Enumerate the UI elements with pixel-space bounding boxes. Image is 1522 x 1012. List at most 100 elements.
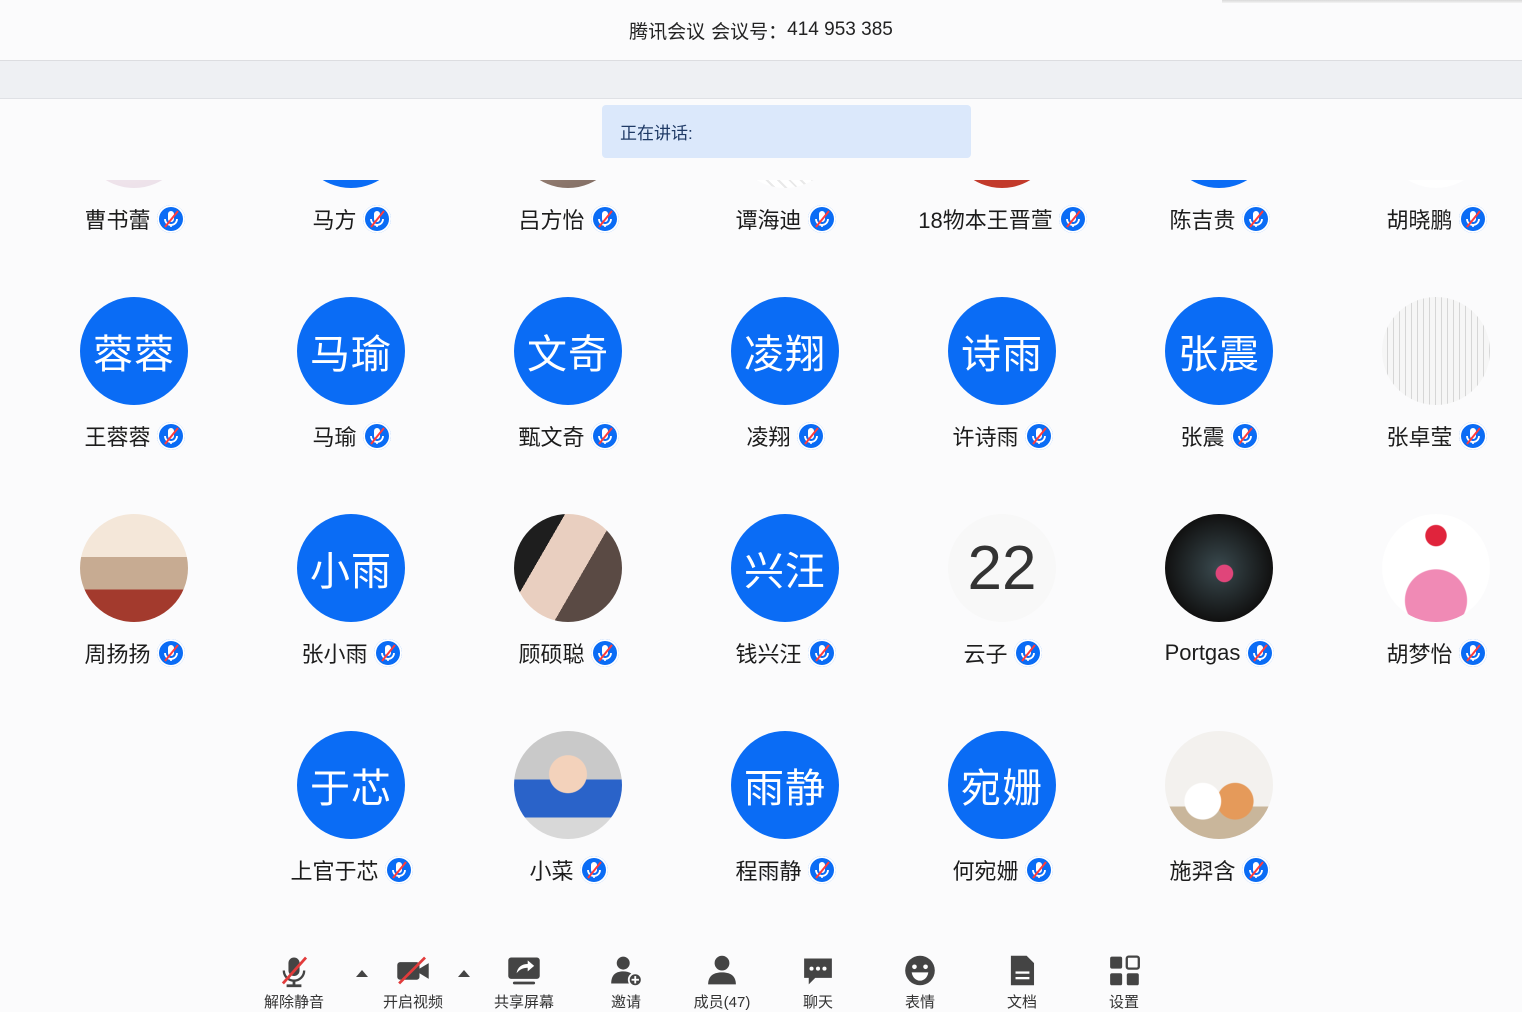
invite-button[interactable]: 邀请 bbox=[581, 952, 671, 1012]
unmute-button[interactable]: 解除静音 bbox=[249, 952, 339, 1012]
participant-name-row: 张震 bbox=[1111, 420, 1328, 452]
muted-mic-badge-icon bbox=[1024, 856, 1053, 884]
participant-tile[interactable]: 文奇甄文奇 bbox=[460, 297, 677, 514]
start-video-button[interactable]: 开启视频 bbox=[368, 952, 458, 1012]
avatar-initials: 小雨 bbox=[310, 550, 392, 594]
participant-grid[interactable]: 曹书蕾 马方马方 吕方怡 谭海迪 18物本王晋萱 吉贵陈吉贵 胡晓鹏 蓉蓉王蓉蓉… bbox=[0, 180, 1522, 914]
participant-tile[interactable]: 雨静 程雨静 bbox=[677, 731, 894, 914]
settings-button[interactable]: 设置 bbox=[1079, 952, 1169, 1012]
muted-mic-badge-icon bbox=[1458, 422, 1487, 450]
participant-name: 张卓莹 bbox=[1386, 425, 1453, 450]
participant-tile[interactable]: 凌翔 凌翔 bbox=[677, 297, 894, 514]
participant-tile[interactable]: 小菜 bbox=[460, 731, 677, 914]
document-icon bbox=[1010, 955, 1035, 986]
avatar-initials: 蓉蓉 bbox=[93, 333, 175, 377]
top-toolbar-strip bbox=[0, 61, 1522, 99]
participant-name-row: 胡晓鹏 bbox=[1328, 203, 1522, 235]
participant-name-row: 王蓉蓉 bbox=[26, 420, 243, 452]
avatar-initials: 宛姗 bbox=[961, 767, 1043, 811]
reactions-button[interactable]: 表情 bbox=[875, 952, 965, 1012]
participant-tile[interactable]: 胡梦怡 bbox=[1328, 514, 1522, 731]
participant-name: 王蓉蓉 bbox=[84, 425, 151, 450]
participant-tile[interactable]: 吉贵陈吉贵 bbox=[1111, 180, 1328, 297]
share-screen-button[interactable]: 共享屏幕 bbox=[479, 952, 569, 1012]
share-screen-icon bbox=[508, 957, 540, 985]
participant-photo-avatar bbox=[1382, 180, 1490, 188]
chat-label: 聊天 bbox=[802, 994, 833, 1011]
share-screen-label: 共享屏幕 bbox=[493, 994, 554, 1011]
participant-tile[interactable]: 谭海迪 bbox=[677, 180, 894, 297]
participant-name: 胡晓鹏 bbox=[1386, 208, 1453, 233]
participant-tile[interactable]: 张震 张震 bbox=[1111, 297, 1328, 514]
members-button[interactable]: 成员(47) bbox=[677, 952, 767, 1012]
participant-tile[interactable]: 马方马方 bbox=[243, 180, 460, 297]
app-name: 腾讯会议 bbox=[629, 21, 706, 43]
video-options-caret-icon[interactable] bbox=[457, 968, 471, 978]
participant-tile[interactable]: 18物本王晋萱 bbox=[894, 180, 1111, 297]
participant-tile[interactable]: 22 云子 bbox=[894, 514, 1111, 731]
participant-tile[interactable]: 顾硕聪 bbox=[460, 514, 677, 731]
participant-tile[interactable]: 施羿含 bbox=[1111, 731, 1328, 914]
participant-name-row: Portgas bbox=[1111, 637, 1328, 669]
members-label: 成员(47) bbox=[693, 994, 751, 1011]
participant-avatar: 宛姗 bbox=[948, 731, 1056, 839]
participant-photo-avatar bbox=[514, 180, 622, 188]
muted-mic-badge-icon bbox=[1013, 639, 1042, 667]
participant-name-row: 何宛姗 bbox=[894, 854, 1111, 886]
chat-button[interactable]: 聊天 bbox=[773, 952, 863, 1012]
participant-tile[interactable]: 吕方怡 bbox=[460, 180, 677, 297]
avatar-initials: 22 bbox=[967, 533, 1037, 603]
participant-avatar: 凌翔 bbox=[731, 297, 839, 405]
muted-mic-badge-icon bbox=[1458, 205, 1487, 233]
participant-tile[interactable]: 兴汪 钱兴汪 bbox=[677, 514, 894, 731]
muted-mic-badge-icon bbox=[590, 422, 619, 450]
avatar-initials: 雨静 bbox=[744, 767, 826, 811]
participant-name: 吕方怡 bbox=[518, 208, 585, 233]
muted-mic-badge-icon bbox=[796, 422, 825, 450]
muted-mic-badge-icon bbox=[590, 205, 619, 233]
participant-tile[interactable]: 曹书蕾 bbox=[26, 180, 243, 297]
muted-mic-badge-icon bbox=[1241, 205, 1270, 233]
documents-button[interactable]: 文档 bbox=[977, 952, 1067, 1012]
muted-mic-badge-icon bbox=[1246, 639, 1275, 667]
participant-tile[interactable]: Portgas bbox=[1111, 514, 1328, 731]
avatar-initials: 诗雨 bbox=[961, 333, 1043, 377]
muted-mic-badge-icon bbox=[1230, 422, 1259, 450]
speaking-indicator: 正在讲话: bbox=[602, 105, 971, 158]
participant-photo-avatar bbox=[731, 180, 839, 188]
muted-mic-badge-icon bbox=[373, 639, 402, 667]
participant-tile[interactable]: 宛姗何宛姗 bbox=[894, 731, 1111, 914]
muted-mic-badge-icon bbox=[156, 205, 185, 233]
participant-tile[interactable]: 马瑜 马瑜 bbox=[243, 297, 460, 514]
emoji-icon bbox=[905, 955, 935, 986]
muted-mic-badge-icon bbox=[156, 639, 185, 667]
avatar-initials: 张震 bbox=[1178, 333, 1260, 377]
start-video-label: 开启视频 bbox=[382, 994, 443, 1011]
participant-photo-avatar bbox=[1382, 297, 1490, 405]
participant-photo-avatar bbox=[1165, 731, 1273, 839]
participant-tile[interactable]: 诗雨 许诗雨 bbox=[894, 297, 1111, 514]
avatar-initials: 凌翔 bbox=[744, 333, 826, 377]
participant-name-row: 陈吉贵 bbox=[1111, 203, 1328, 235]
bottom-toolbar: 解除静音 开启视频 共享屏幕 邀请 成员(47) 聊天 表情 文档 设置 bbox=[0, 944, 1522, 1011]
participant-tile[interactable]: 张卓莹 bbox=[1328, 297, 1522, 514]
participant-tile[interactable]: 蓉蓉王蓉蓉 bbox=[26, 297, 243, 514]
participant-avatar: 雨静 bbox=[731, 731, 839, 839]
participant-tile[interactable]: 小雨 张小雨 bbox=[243, 514, 460, 731]
participant-tile[interactable]: 于芯 上官于芯 bbox=[243, 731, 460, 914]
participant-tile[interactable]: 胡晓鹏 bbox=[1328, 180, 1522, 297]
speaking-label: 正在讲话: bbox=[620, 124, 693, 143]
participant-avatar: 小雨 bbox=[297, 514, 405, 622]
window-edge-shadow bbox=[1222, 0, 1522, 3]
participant-name: 何宛姗 bbox=[952, 859, 1019, 884]
participant-name-row: 施羿含 bbox=[1111, 854, 1328, 886]
participant-tile[interactable]: 周扬扬 bbox=[26, 514, 243, 731]
avatar-initials: 文奇 bbox=[527, 333, 609, 377]
muted-mic-badge-icon bbox=[1024, 422, 1053, 450]
unmute-label: 解除静音 bbox=[263, 994, 324, 1011]
participant-name: 甄文奇 bbox=[518, 425, 585, 450]
mic-muted-icon bbox=[281, 956, 308, 988]
settings-label: 设置 bbox=[1108, 994, 1139, 1011]
audio-options-caret-icon[interactable] bbox=[355, 968, 369, 978]
title-bar: 腾讯会议 会议号： 414 953 385 bbox=[0, 0, 1522, 61]
